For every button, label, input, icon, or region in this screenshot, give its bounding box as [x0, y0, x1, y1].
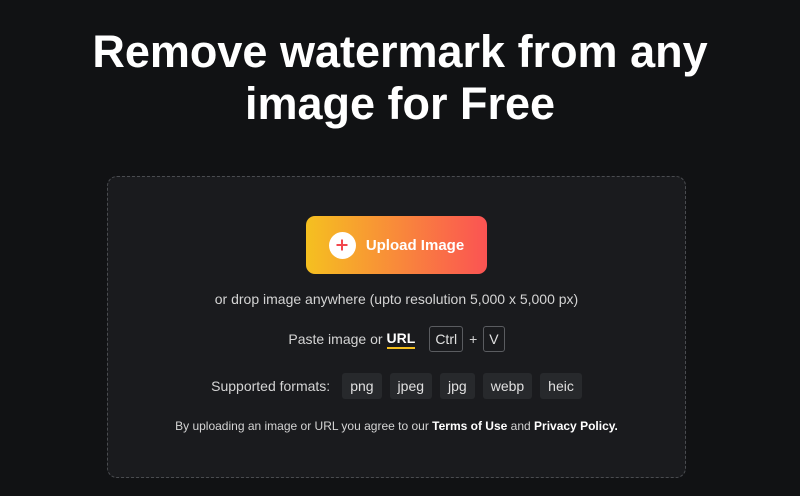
format-chip-jpeg: jpeg	[389, 373, 433, 399]
terms-and: and	[510, 419, 531, 433]
page-title-line-1: Remove watermark from any	[92, 26, 708, 77]
drop-hint: or drop image anywhere (upto resolution …	[214, 291, 579, 307]
upload-button-label: Upload Image	[365, 236, 465, 254]
key-plus: +	[469, 331, 478, 347]
page: Remove watermark from any image for Free…	[0, 0, 800, 496]
upload-dropzone[interactable]: Upload Image or drop image anywhere (upt…	[107, 176, 686, 478]
privacy-policy-link[interactable]: Privacy Policy.	[534, 419, 618, 433]
supported-formats: Supported formats: png jpeg jpg webp hei…	[108, 373, 685, 399]
format-chip-webp: webp	[482, 373, 533, 399]
ctrl-key: Ctrl	[429, 326, 464, 352]
terms-prefix: By uploading an image or URL you agree t…	[175, 419, 429, 433]
upload-image-button[interactable]: Upload Image	[306, 216, 487, 274]
format-chip-jpg: jpg	[440, 373, 475, 399]
page-title-line-2: image for Free	[244, 78, 556, 129]
format-chip-heic: heic	[540, 373, 582, 399]
paste-row: Paste image or URL Ctrl + V	[108, 326, 685, 352]
v-key: V	[483, 326, 505, 352]
formats-label: Supported formats:	[211, 378, 331, 394]
terms-notice: By uploading an image or URL you agree t…	[108, 419, 685, 433]
format-chip-png: png	[342, 373, 382, 399]
url-link[interactable]: URL	[386, 330, 416, 349]
paste-prefix: Paste image or	[288, 331, 383, 347]
page-title: Remove watermark from any image for Free	[0, 26, 800, 130]
terms-of-use-link[interactable]: Terms of Use	[432, 419, 507, 433]
plus-icon	[328, 231, 356, 259]
